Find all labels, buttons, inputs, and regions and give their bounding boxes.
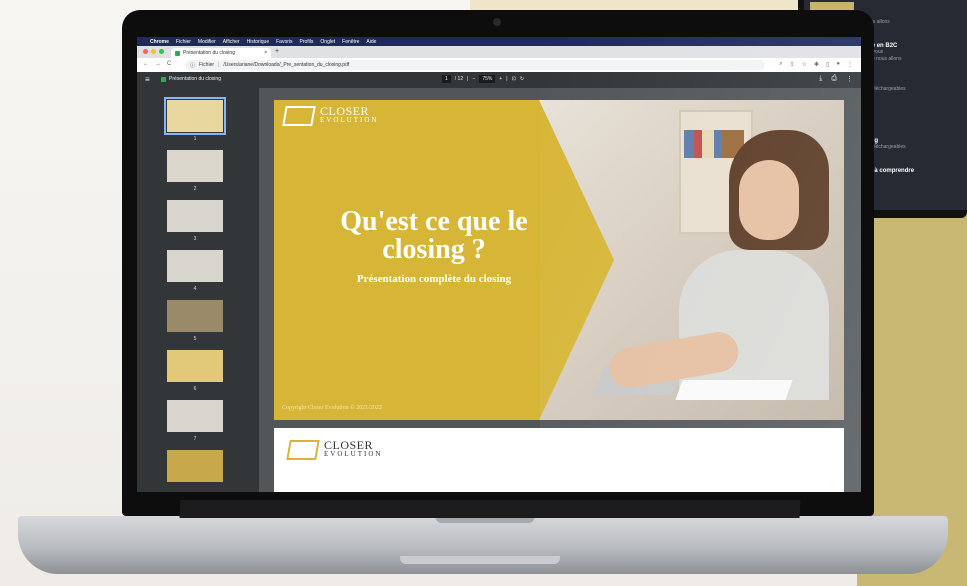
pdf-page-controls: 1 / 12 | − 75% + | ⊡ ↻ (442, 75, 524, 83)
tab-strip: Présentation du closing × + (137, 46, 861, 58)
close-window-button[interactable] (143, 49, 148, 54)
pdf-title: Présentation du closing (161, 76, 221, 82)
touchpad (400, 556, 560, 564)
zoom-input[interactable]: 75% (479, 75, 496, 83)
forward-button[interactable]: → (155, 61, 161, 67)
menu-item-fenetre[interactable]: Fenêtre (342, 39, 359, 45)
camera-icon (493, 18, 501, 26)
divider: | (467, 76, 469, 82)
thumbnail-page[interactable] (167, 350, 223, 382)
menu-item-afficher[interactable]: Afficher (223, 39, 240, 45)
thumbnail-page[interactable] (167, 450, 223, 482)
pdf-viewer[interactable]: CLOSER EVOLUTION Qu'est ce que le closin… (259, 88, 861, 492)
tab-title: Présentation du closing (183, 50, 235, 56)
browser-toolbar-icons: ⌕ ⇪ ☆ ✱ ▯ ● ⋮ (779, 61, 853, 68)
thumbnail-page[interactable] (164, 97, 226, 135)
closer-logo: CLOSER EVOLUTION (282, 104, 379, 126)
favicon-icon (175, 50, 180, 56)
thumbnail-number: 7 (193, 436, 197, 442)
notebook (675, 380, 793, 400)
thumbnail-number: 5 (193, 336, 197, 342)
thumbnail-page[interactable] (167, 400, 223, 432)
logo-text: CLOSER EVOLUTION (320, 104, 379, 125)
zoom-in-button[interactable]: + (499, 76, 502, 82)
more-icon[interactable]: ⋮ (846, 75, 853, 83)
thumbnail-number: 6 (193, 386, 197, 392)
pdf-toolbar: ≡ Présentation du closing 1 / 12 | − 75%… (137, 72, 861, 88)
page-total: / 12 (454, 76, 464, 82)
zoom-out-button[interactable]: − (472, 76, 475, 82)
thumbnail-number: 1 (193, 136, 197, 142)
woman-body (679, 250, 829, 400)
hamburger-menu-icon[interactable]: ≡ (145, 75, 150, 84)
thumbnail-number: 4 (193, 286, 197, 292)
logo-text: CLOSER EVOLUTION (324, 438, 383, 459)
favicon-icon (161, 76, 166, 82)
page-number-input[interactable]: 1 (442, 75, 451, 83)
menu-item-modifier[interactable]: Modifier (198, 39, 216, 45)
menu-item-chrome[interactable]: Chrome (150, 39, 169, 45)
pdf-page-1: CLOSER EVOLUTION Qu'est ce que le closin… (274, 100, 844, 420)
logo-text-top: CLOSER (320, 104, 370, 118)
share-icon[interactable]: ⇪ (790, 61, 795, 68)
search-icon[interactable]: ⌕ (779, 61, 782, 68)
logo-text-bottom: EVOLUTION (320, 116, 379, 124)
new-tab-button[interactable]: + (275, 48, 279, 55)
keyboard (179, 500, 801, 518)
logo-text-bottom: EVOLUTION (324, 450, 383, 458)
back-button[interactable]: ← (143, 61, 149, 67)
slide-subtitle: Présentation complète du closing (356, 273, 512, 285)
thumbnail-number: 2 (193, 186, 197, 192)
minimize-window-button[interactable] (151, 49, 156, 54)
url-text: /Users/ariane/Downloads/_Pre_sentation_d… (223, 62, 350, 68)
fit-page-icon[interactable]: ⊡ (512, 76, 516, 82)
thumbnail-page[interactable] (167, 150, 223, 182)
divider: | (506, 76, 508, 82)
slide-photo (539, 100, 844, 420)
menu-item-historique[interactable]: Historique (247, 39, 270, 45)
thumbnail-page[interactable] (167, 250, 223, 282)
thumbnail-number: 3 (193, 236, 197, 242)
menu-item-onglet[interactable]: Onglet (320, 39, 335, 45)
info-icon[interactable]: ⓘ (190, 62, 195, 69)
diamond-logo-icon (282, 106, 316, 126)
reload-button[interactable]: C (167, 61, 171, 67)
url-bar[interactable]: ⓘ Fichier | /Users/ariane/Downloads/_Pre… (185, 60, 765, 70)
url-prefix: Fichier (199, 62, 215, 68)
thumbnail-sidebar: 1 2 3 4 5 6 7 (137, 88, 259, 492)
diamond-logo-icon (286, 440, 320, 460)
slide-copyright: Copyright Closer Evolution © 2021/2022 (282, 405, 382, 411)
closer-logo: CLOSER EVOLUTION (286, 438, 383, 460)
profile-icon[interactable]: ● (836, 61, 840, 68)
address-bar-row: ← → C ⓘ Fichier | /Users/ariane/Download… (137, 58, 861, 73)
close-tab-icon[interactable]: × (264, 50, 267, 56)
url-separator: | (218, 62, 220, 68)
thumbnail-page[interactable] (167, 300, 223, 332)
menu-item-aide[interactable]: Aide (366, 39, 376, 45)
menu-icon[interactable]: ⋮ (847, 61, 853, 68)
extensions-icon[interactable]: ✱ (814, 61, 819, 68)
print-icon[interactable]: ⎙ (831, 75, 837, 83)
woman-face (739, 160, 799, 240)
laptop-screen: Chrome Fichier Modifier Afficher Histori… (137, 37, 861, 492)
logo-text-top: CLOSER (324, 438, 374, 452)
maximize-window-button[interactable] (159, 49, 164, 54)
pdf-right-controls: ⤓ ⎙ ⋮ (819, 75, 853, 83)
download-icon[interactable]: ⤓ (819, 75, 822, 83)
menu-item-profils[interactable]: Profils (300, 39, 314, 45)
nav-buttons: ← → C (143, 61, 171, 67)
sidebar-icon[interactable]: ▯ (826, 61, 829, 68)
tab-presentation[interactable]: Présentation du closing × (171, 48, 271, 58)
slide-title: Qu'est ce que le closing ? (340, 206, 528, 265)
pdf-page-2: CLOSER EVOLUTION (274, 428, 844, 492)
rotate-icon[interactable]: ↻ (520, 76, 524, 82)
pdf-title-text: Présentation du closing (169, 76, 221, 82)
menu-item-fichier[interactable]: Fichier (176, 39, 191, 45)
star-icon[interactable]: ☆ (802, 61, 807, 68)
menu-item-favoris[interactable]: Favoris (276, 39, 292, 45)
mac-menubar: Chrome Fichier Modifier Afficher Histori… (137, 37, 861, 46)
window-controls (143, 49, 164, 54)
thumbnail-page[interactable] (167, 200, 223, 232)
laptop-base (18, 516, 948, 574)
